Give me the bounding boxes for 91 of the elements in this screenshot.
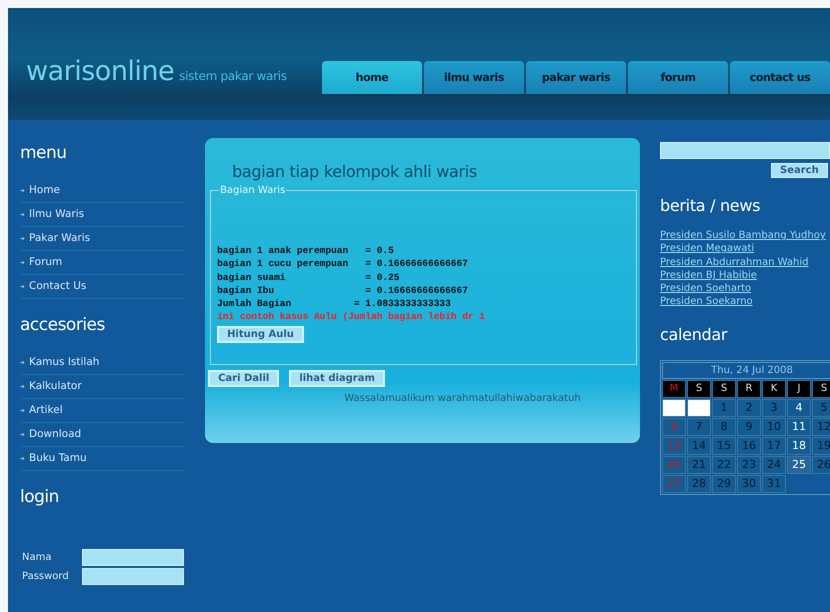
arrow-icon <box>20 188 25 192</box>
arrow-icon <box>20 360 25 364</box>
greeting-text: Wassalamualikum warahmatullahiwabarakatuh <box>343 393 582 404</box>
arrow-icon <box>20 432 25 436</box>
day-cell[interactable]: 30 <box>737 474 761 493</box>
day-cell[interactable]: 7 <box>687 418 711 436</box>
news-link[interactable]: Presiden Soeharto <box>660 282 830 296</box>
sidebar-link[interactable]: Kamus Istilah <box>20 351 186 375</box>
day-cell[interactable]: 25 <box>787 456 811 474</box>
day-cell[interactable]: 18 <box>787 436 811 455</box>
sidebar-link[interactable]: Pakar Waris <box>20 227 186 251</box>
news-link[interactable]: Presiden Megawati <box>660 242 830 256</box>
weekday-label: S <box>687 380 711 398</box>
day-cell[interactable]: 22 <box>712 456 736 474</box>
arrow-icon <box>20 408 25 412</box>
hitung-button[interactable]: Hitung Aulu <box>217 326 304 343</box>
day-cell[interactable]: 1 <box>712 398 736 417</box>
day-cell[interactable]: 11 <box>787 418 811 436</box>
day-cell[interactable]: 15 <box>712 436 736 455</box>
sidebar-link[interactable]: Forum <box>20 251 186 275</box>
day-cell[interactable]: 17 <box>762 436 786 455</box>
sidebar-link[interactable]: Ilmu Waris <box>20 203 186 227</box>
day-cell[interactable]: 2 <box>737 398 761 417</box>
arrow-icon <box>20 212 25 216</box>
input-field[interactable] <box>82 568 184 585</box>
news-link[interactable]: Presiden BJ Habibie <box>660 268 830 282</box>
action-button[interactable]: Cari Dalil <box>208 370 280 387</box>
sidebar-link[interactable]: Artikel <box>20 399 186 423</box>
arrow-icon <box>20 456 25 460</box>
day-cell[interactable]: 9 <box>737 418 761 436</box>
weekday-label: S <box>712 380 736 398</box>
result-line: bagian 1 cucu perempuan = 0.16666666666667 <box>217 257 469 271</box>
nav-tab[interactable]: forum <box>628 61 728 96</box>
site-logo: warisonline <box>26 56 174 87</box>
day-cell[interactable]: 10 <box>762 418 786 436</box>
weekday-label: S <box>812 380 830 398</box>
field-label: Password <box>22 571 70 582</box>
day-cell[interactable]: 8 <box>712 418 736 436</box>
group-legend: Bagian Waris <box>219 185 286 196</box>
search-field[interactable] <box>660 142 830 159</box>
day-cell[interactable]: 31 <box>762 474 786 493</box>
warning-text: ini contoh kasus Aulu (Jumlah bagian lebih dr 1 <box>217 310 486 324</box>
sidebar-link[interactable]: Kalkulator <box>20 375 186 399</box>
news-link[interactable]: Presiden Soekarno <box>660 295 830 309</box>
weekday-label: K <box>762 380 786 398</box>
sidebar-link[interactable]: Home <box>20 179 186 203</box>
day-cell[interactable]: 29 <box>712 474 736 493</box>
day-cell[interactable]: 23 <box>737 456 761 474</box>
weekday-label: R <box>737 380 761 398</box>
result-line: bagian Ibu = 0.16666666666667 <box>217 284 469 298</box>
day-cell[interactable]: 12 <box>812 418 830 436</box>
day-cell[interactable]: 14 <box>687 436 711 455</box>
result-line: bagian 1 anak perempuan = 0.5 <box>217 244 395 258</box>
sidebar-link[interactable]: Contact Us <box>20 275 186 299</box>
panel-title: bagian tiap kelompok ahli waris <box>232 162 478 181</box>
input-field[interactable] <box>82 549 184 566</box>
weekday-label: J <box>787 380 811 398</box>
action-button[interactable]: lihat diagram <box>289 370 385 387</box>
search-button[interactable]: Search <box>771 163 828 178</box>
field-label: Nama <box>22 552 52 563</box>
result-line: Jumlah Bagian = 1.0833333333333 <box>217 297 452 310</box>
day-cell[interactable]: 16 <box>737 436 761 455</box>
section-heading: calendar <box>660 324 728 344</box>
section-heading: menu <box>20 143 68 163</box>
day-cell[interactable]: 4 <box>787 398 811 417</box>
nav-tab[interactable]: pakar waris <box>526 61 626 96</box>
nav-tab[interactable]: home <box>322 61 422 96</box>
section-heading: berita / news <box>660 196 762 215</box>
section-heading: accesories <box>20 315 106 335</box>
day-cell[interactable]: 24 <box>762 456 786 474</box>
day-cell[interactable]: 28 <box>687 474 711 493</box>
result-line: bagian suami = 0.25 <box>217 270 400 284</box>
weekday-label: M <box>662 380 686 398</box>
nav-tab[interactable]: contact us <box>730 61 830 96</box>
arrow-icon <box>20 236 25 240</box>
sidebar-link[interactable]: Download <box>20 423 186 447</box>
day-cell[interactable]: 5 <box>812 398 830 417</box>
day-cell[interactable]: 19 <box>812 436 830 455</box>
news-link[interactable]: Presiden Susilo Bambang Yudhoy <box>660 229 830 242</box>
news-link[interactable]: Presiden Abdurrahman Wahid <box>660 256 830 269</box>
section-heading: login <box>20 487 60 507</box>
day-cell[interactable]: 26 <box>812 456 830 474</box>
arrow-icon <box>20 384 25 388</box>
site-tagline: sistem pakar waris <box>179 69 287 83</box>
calendar-date: Thu, 24 Jul 2008 <box>662 362 830 379</box>
arrow-icon <box>20 284 25 288</box>
nav-tab[interactable]: ilmu waris <box>424 61 524 96</box>
day-cell[interactable]: 21 <box>687 456 711 474</box>
sidebar-link[interactable]: Buku Tamu <box>20 447 186 471</box>
day-cell[interactable]: 3 <box>762 398 786 417</box>
arrow-icon <box>20 260 25 264</box>
